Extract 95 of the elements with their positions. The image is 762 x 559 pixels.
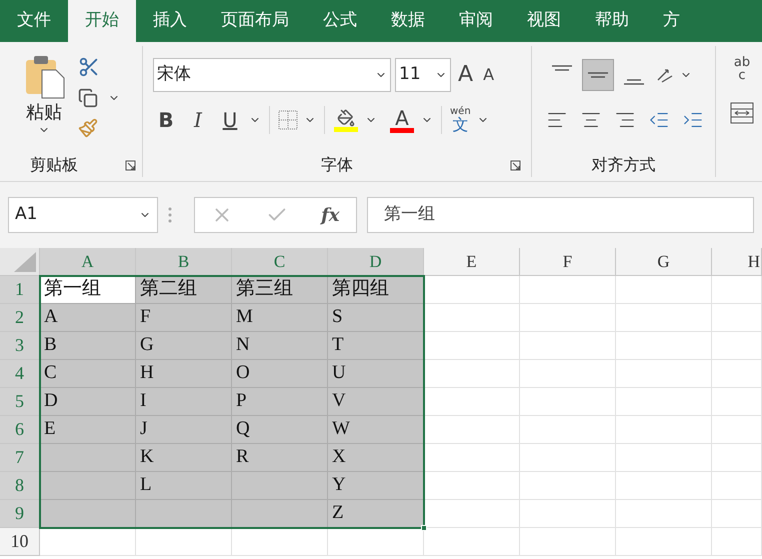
table-cell[interactable]: B: [40, 332, 136, 360]
table-cell[interactable]: J: [136, 416, 232, 444]
table-cell[interactable]: O: [232, 360, 328, 388]
table-cell[interactable]: D: [40, 388, 136, 416]
borders-icon[interactable]: [278, 110, 298, 130]
column-header[interactable]: H: [712, 248, 762, 276]
copy-icon[interactable]: [78, 88, 98, 108]
font-color-button[interactable]: A: [395, 108, 409, 128]
merge-cells-icon[interactable]: [730, 102, 754, 124]
row-header[interactable]: 3: [0, 332, 40, 360]
table-cell[interactable]: X: [328, 444, 424, 472]
row-header[interactable]: 5: [0, 388, 40, 416]
bold-button[interactable]: B: [153, 105, 179, 135]
row-header[interactable]: 10: [0, 528, 40, 556]
group-label: 对齐方式: [592, 154, 656, 176]
ribbon-tab[interactable]: 数据: [374, 0, 442, 42]
row-header[interactable]: 4: [0, 360, 40, 388]
table-cell[interactable]: S: [328, 304, 424, 332]
table-cell[interactable]: E: [40, 416, 136, 444]
table-cell[interactable]: P: [232, 388, 328, 416]
table-cell[interactable]: Z: [328, 500, 424, 528]
underline-button[interactable]: U: [217, 105, 243, 135]
table-cell[interactable]: C: [40, 360, 136, 388]
table-cell[interactable]: G: [136, 332, 232, 360]
table-cell[interactable]: U: [328, 360, 424, 388]
align-top-icon: [552, 65, 572, 71]
italic-button[interactable]: I: [185, 105, 211, 135]
paste-button[interactable]: 粘贴: [20, 54, 68, 153]
table-cell[interactable]: [40, 472, 136, 500]
font-name-dropdown[interactable]: 宋体: [153, 58, 391, 92]
table-cell[interactable]: L: [136, 472, 232, 500]
increase-font-size-button[interactable]: A: [455, 64, 476, 86]
table-cell[interactable]: 第一组: [40, 276, 136, 304]
ribbon-tab[interactable]: 插入: [136, 0, 204, 42]
row-header[interactable]: 1: [0, 276, 40, 304]
ribbon-tab[interactable]: 审阅: [442, 0, 510, 42]
ribbon-tab[interactable]: 帮助: [578, 0, 646, 42]
table-cell[interactable]: F: [136, 304, 232, 332]
ribbon-tab[interactable]: 视图: [510, 0, 578, 42]
column-header[interactable]: D: [328, 248, 424, 276]
table-cell[interactable]: [40, 500, 136, 528]
table-cell[interactable]: R: [232, 444, 328, 472]
row-header[interactable]: 2: [0, 304, 40, 332]
formula-field[interactable]: 第一组: [367, 197, 754, 233]
table-cell[interactable]: N: [232, 332, 328, 360]
table-cell[interactable]: W: [328, 416, 424, 444]
column-header[interactable]: A: [40, 248, 136, 276]
table-cell[interactable]: 第三组: [232, 276, 328, 304]
dialog-launcher-icon[interactable]: [125, 160, 136, 170]
decrease-font-size-button[interactable]: A: [480, 67, 498, 83]
table-cell[interactable]: Y: [328, 472, 424, 500]
fill-color-icon[interactable]: [337, 108, 355, 126]
align-middle-icon: [588, 72, 608, 78]
align-bottom-icon: [624, 79, 644, 85]
format-painter-icon[interactable]: [78, 118, 98, 138]
ribbon-tab[interactable]: 开始: [68, 0, 136, 42]
table-cell[interactable]: A: [40, 304, 136, 332]
cut-icon[interactable]: [78, 56, 100, 78]
table-cell[interactable]: T: [328, 332, 424, 360]
table-cell[interactable]: Q: [232, 416, 328, 444]
table-cell[interactable]: K: [136, 444, 232, 472]
table-cell[interactable]: 第二组: [136, 276, 232, 304]
column-header[interactable]: B: [136, 248, 232, 276]
ribbon-tab[interactable]: 公式: [306, 0, 374, 42]
select-all-corner[interactable]: [0, 248, 40, 276]
table-cell[interactable]: [232, 472, 328, 500]
table-cell[interactable]: [232, 500, 328, 528]
table-cell[interactable]: 第四组: [328, 276, 424, 304]
table-cell[interactable]: I: [136, 388, 232, 416]
grip-icon: [168, 207, 172, 223]
ribbon-tab[interactable]: 方: [646, 0, 697, 42]
name-box[interactable]: A1: [8, 197, 158, 233]
row-header[interactable]: 8: [0, 472, 40, 500]
column-header[interactable]: G: [616, 248, 712, 276]
ribbon-tab[interactable]: 文件: [0, 0, 68, 42]
row-header[interactable]: 6: [0, 416, 40, 444]
table-cell[interactable]: V: [328, 388, 424, 416]
vertical-align-button[interactable]: [582, 59, 614, 91]
column-header[interactable]: C: [232, 248, 328, 276]
row-header[interactable]: 7: [0, 444, 40, 472]
group-label: 剪贴板: [30, 154, 78, 176]
font-size-dropdown[interactable]: 11: [395, 58, 451, 92]
table-cell[interactable]: [136, 500, 232, 528]
table-cell[interactable]: [40, 444, 136, 472]
table-cell[interactable]: H: [136, 360, 232, 388]
group-label: 字体: [321, 154, 353, 176]
column-header[interactable]: E: [424, 248, 520, 276]
dialog-launcher-icon[interactable]: [510, 160, 521, 170]
ribbon-tab[interactable]: 页面布局: [204, 0, 306, 42]
column-header[interactable]: F: [520, 248, 616, 276]
phonetic-guide-button[interactable]: wén 文: [450, 107, 471, 133]
row-header[interactable]: 9: [0, 500, 40, 528]
insert-function-button[interactable]: fx: [321, 202, 340, 228]
table-cell[interactable]: M: [232, 304, 328, 332]
wrap-text-button[interactable]: ab c: [730, 56, 754, 82]
